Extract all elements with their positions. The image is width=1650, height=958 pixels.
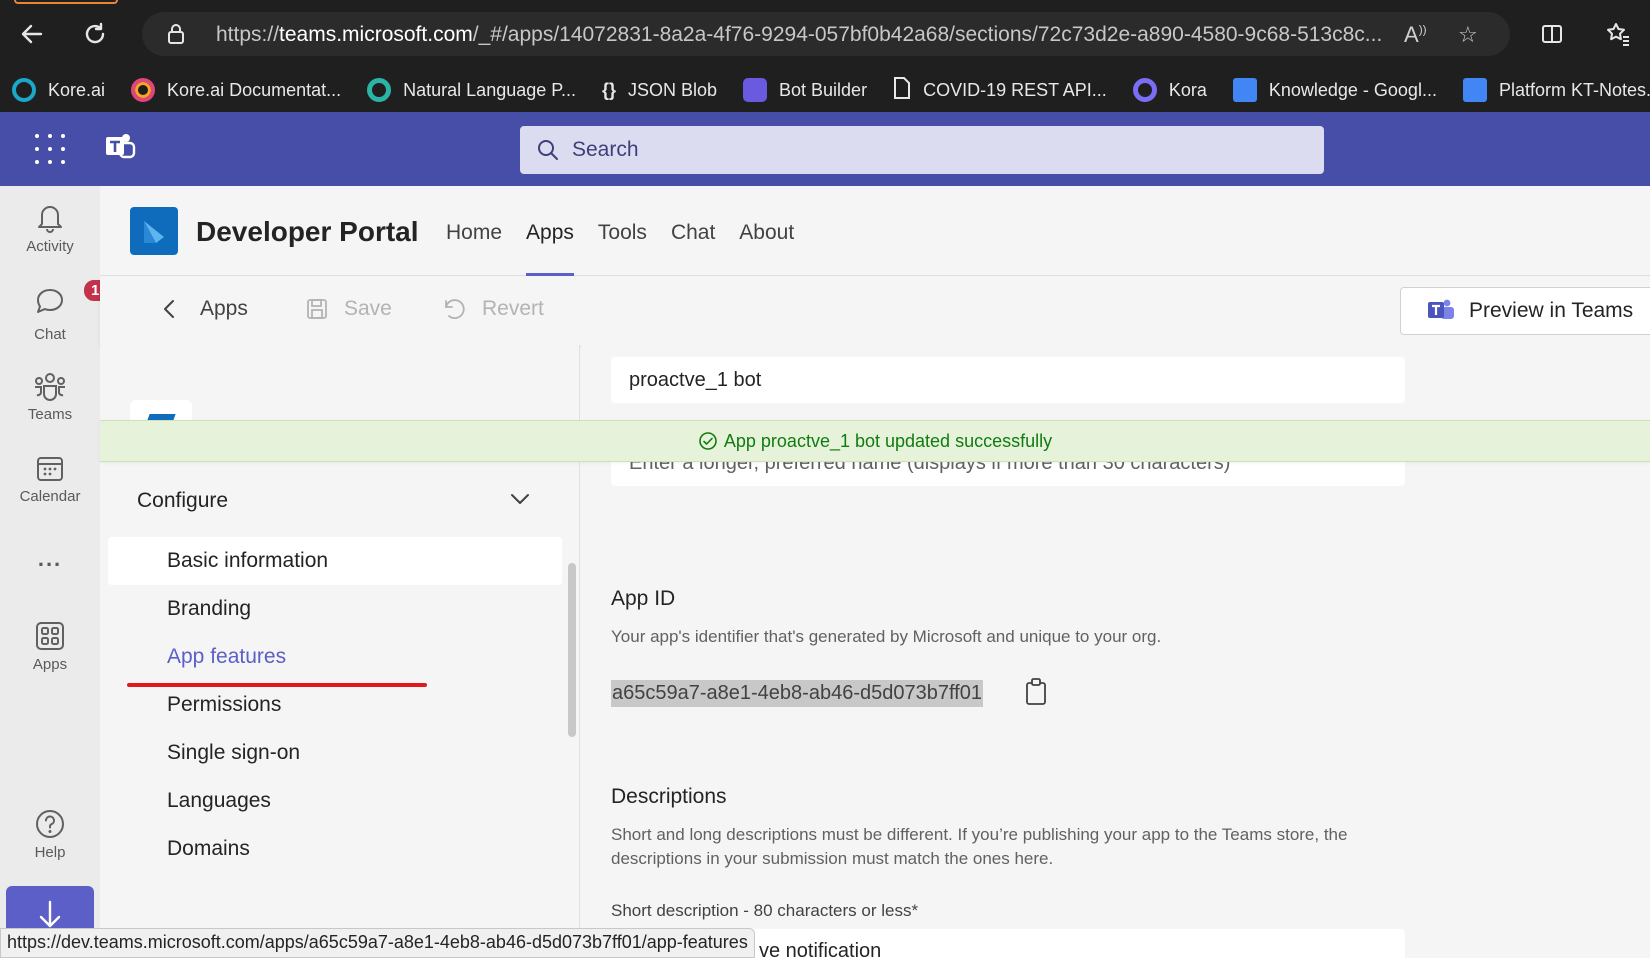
lock-icon[interactable] — [166, 23, 186, 50]
kore-docs-icon — [131, 78, 156, 102]
app-rail: Activity 18 Chat Teams Calendar ... Apps… — [0, 186, 117, 958]
app-header: Developer Portal Home Apps Tools Chat Ab… — [100, 186, 1650, 276]
browser-tab-edge[interactable] — [14, 0, 118, 4]
sidebar-item-single-sign-on[interactable]: Single sign-on — [108, 729, 562, 777]
google-doc-icon — [1232, 78, 1257, 102]
address-bar[interactable]: https://teams.microsoft.com/_#/apps/1407… — [142, 12, 1510, 56]
rail-activity[interactable]: Activity — [0, 202, 100, 255]
app-launcher-icon[interactable] — [35, 134, 65, 164]
kora-icon — [1132, 78, 1157, 102]
nav-chat[interactable]: Chat — [659, 186, 727, 276]
star-icon[interactable]: ☆ — [1458, 22, 1478, 48]
arrow-down-icon — [39, 900, 61, 928]
rail-apps[interactable]: Apps — [0, 620, 100, 673]
kore-icon — [12, 78, 36, 102]
short-name-field[interactable]: proactve_1 bot — [611, 357, 1405, 403]
bookmark-kore[interactable]: Kore.ai — [12, 78, 105, 102]
rail-teams[interactable]: Teams — [0, 370, 100, 423]
annotation-underline — [127, 683, 427, 687]
sidebar-item-domains[interactable]: Domains — [108, 825, 562, 873]
google-doc-icon — [1462, 78, 1487, 102]
rail-calendar[interactable]: Calendar — [0, 454, 100, 505]
app-title: Developer Portal — [196, 216, 419, 247]
app-id-value[interactable]: a65c59a7-a8e1-4eb8-ab46-d5d073b7ff01 — [611, 680, 983, 707]
link-status-bar: https://dev.teams.microsoft.com/apps/a65… — [0, 928, 755, 958]
chat-icon — [37, 289, 63, 313]
bookmark-knowledge[interactable]: Knowledge - Googl... — [1232, 78, 1437, 102]
search-icon — [538, 140, 558, 160]
save-button[interactable]: Save — [306, 297, 392, 321]
refresh-icon — [85, 22, 105, 44]
revert-button[interactable]: Revert — [442, 297, 544, 321]
bookmark-kore-docs[interactable]: Kore.ai Documentat... — [131, 78, 341, 102]
back-button[interactable] — [12, 14, 52, 54]
favorites-icon — [1607, 23, 1629, 46]
undo-icon — [445, 299, 465, 319]
bell-icon — [38, 206, 62, 233]
refresh-button[interactable] — [75, 14, 115, 54]
bookmark-bot-builder[interactable]: Bot Builder — [743, 78, 867, 102]
configure-section-header[interactable]: Configure — [137, 489, 228, 513]
app-id-title: App ID — [611, 587, 676, 610]
sidebar-scrollbar[interactable] — [568, 563, 576, 737]
teams-logo-icon — [104, 131, 136, 168]
chevron-left-icon — [164, 300, 174, 318]
more-apps-icon[interactable]: ... — [0, 546, 100, 572]
braces-icon: {} — [601, 79, 616, 100]
copy-icon[interactable] — [1024, 677, 1050, 712]
preview-in-teams-button[interactable]: Preview in Teams — [1400, 287, 1650, 335]
success-toast: App proactve_1 bot updated successfully — [100, 420, 1650, 462]
apps-icon — [36, 622, 64, 650]
developer-portal-logo — [130, 207, 178, 255]
configure-nav-list: Basic information Branding App features … — [108, 537, 562, 873]
bookmark-json-blob[interactable]: {} JSON Blob — [602, 80, 717, 101]
bookmark-covid-api[interactable]: COVID-19 REST API... — [893, 76, 1107, 104]
app-id-description: Your app's identifier that's generated b… — [611, 627, 1162, 646]
bookmark-nlp[interactable]: Natural Language P... — [367, 78, 576, 102]
back-to-apps-button[interactable]: Apps — [160, 297, 248, 321]
help-icon — [36, 810, 64, 838]
page-icon — [893, 76, 911, 104]
command-bar: Apps Save Revert Preview in Teams — [100, 277, 1650, 345]
sidebar-item-languages[interactable]: Languages — [108, 777, 562, 825]
url-text[interactable]: https://teams.microsoft.com/_#/apps/1407… — [216, 23, 1396, 47]
bookmark-kora[interactable]: Kora — [1132, 78, 1207, 102]
rail-help[interactable]: Help — [0, 808, 100, 861]
calendar-icon — [37, 457, 63, 481]
arrow-left-icon — [21, 24, 43, 44]
check-circle-icon — [699, 432, 717, 450]
nav-apps[interactable]: Apps — [514, 186, 586, 276]
nav-about[interactable]: About — [727, 186, 806, 276]
search-placeholder: Search — [572, 138, 639, 161]
rail-chat[interactable]: 18 Chat — [0, 278, 117, 343]
sidebar-item-branding[interactable]: Branding — [108, 585, 562, 633]
descriptions-title: Descriptions — [611, 785, 727, 808]
app-nav: Home Apps Tools Chat About — [434, 186, 806, 276]
sidebar-item-app-features[interactable]: App features — [108, 633, 562, 681]
search-input[interactable]: Search — [520, 126, 1324, 174]
split-screen-button[interactable] — [1532, 14, 1572, 54]
nav-home[interactable]: Home — [434, 186, 514, 276]
teams-icon — [35, 373, 65, 401]
save-icon — [307, 299, 327, 319]
toast-message: App proactve_1 bot updated successfully — [723, 430, 1053, 451]
nav-tools[interactable]: Tools — [586, 186, 659, 276]
read-aloud-icon[interactable]: A)) — [1404, 22, 1427, 48]
split-screen-icon — [1542, 25, 1562, 43]
teams-logo-icon — [1428, 299, 1454, 319]
bot-builder-icon — [743, 78, 768, 102]
bookmarks-bar: Kore.ai Kore.ai Documentat... Natural La… — [0, 68, 1650, 112]
short-description-label: Short description - 80 characters or les… — [611, 901, 919, 920]
favorites-button[interactable] — [1598, 14, 1638, 54]
browser-toolbar: https://teams.microsoft.com/_#/apps/1407… — [0, 0, 1650, 68]
sidebar-item-basic-information[interactable]: Basic information — [108, 537, 562, 585]
chevron-down-icon[interactable] — [508, 487, 532, 516]
teams-header: Search — [0, 112, 1650, 186]
descriptions-description: Short and long descriptions must be diff… — [611, 825, 1348, 868]
sidebar-item-permissions[interactable]: Permissions — [108, 681, 562, 729]
nlp-icon — [367, 78, 392, 102]
bookmark-platform-kt[interactable]: Platform KT-Notes... — [1462, 78, 1650, 102]
